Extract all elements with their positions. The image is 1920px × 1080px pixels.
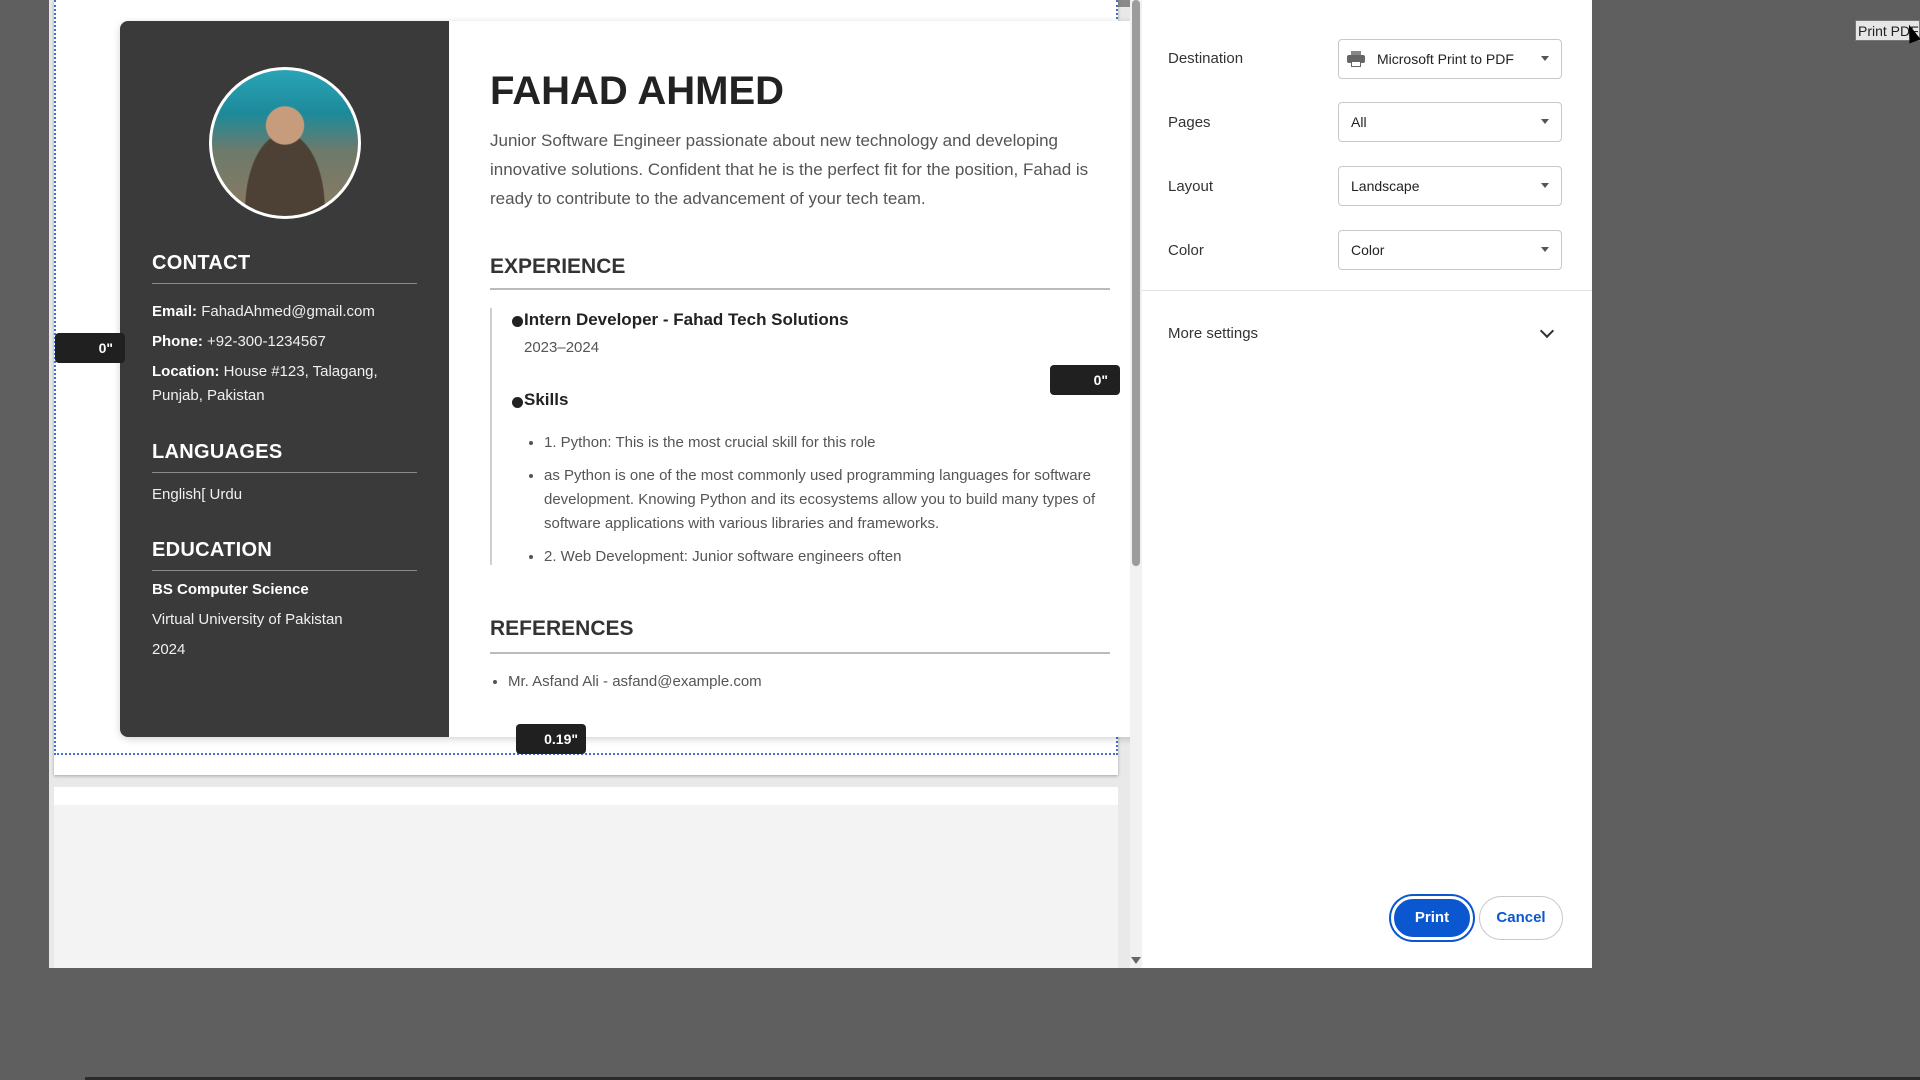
- caret-down-icon: [1541, 56, 1549, 61]
- resume-sidebar: CONTACT Email: FahadAhmed@gmail.com Phon…: [120, 21, 449, 737]
- settings-divider: [1142, 290, 1592, 291]
- contact-heading: CONTACT: [152, 252, 251, 274]
- destination-label: Destination: [1168, 50, 1244, 67]
- contact-phone: Phone: +92-300-1234567: [152, 330, 422, 354]
- destination-select[interactable]: Microsoft Print to PDF: [1338, 39, 1562, 79]
- destination-value: Microsoft Print to PDF: [1377, 51, 1514, 67]
- print-preview-area[interactable]: CONTACT Email: FahadAhmed@gmail.com Phon…: [49, 0, 1130, 968]
- printer-icon: [1347, 51, 1365, 67]
- section-divider: [152, 472, 417, 473]
- job-years: 2023–2024: [524, 339, 600, 356]
- bottom-margin-badge[interactable]: 0.19": [516, 724, 586, 754]
- timeline-dot: [512, 397, 523, 408]
- list-item: 2. Web Development: Junior software engi…: [544, 545, 1124, 569]
- section-divider: [152, 570, 417, 571]
- timeline-dot: [512, 316, 523, 327]
- resume-name: FAHAD AHMED: [490, 69, 785, 113]
- scroll-down-arrow-icon[interactable]: [1131, 957, 1141, 964]
- languages-value: English[ Urdu: [152, 486, 243, 503]
- section-divider: [152, 283, 417, 284]
- contact-email: Email: FahadAhmed@gmail.com: [152, 300, 422, 324]
- caret-down-icon: [1541, 183, 1549, 188]
- resume-card: CONTACT Email: FahadAhmed@gmail.com Phon…: [120, 21, 1130, 737]
- section-divider: [490, 288, 1110, 290]
- list-item: 1. Python: This is the most crucial skil…: [544, 431, 1124, 455]
- list-item: as Python is one of the most commonly us…: [544, 464, 1124, 536]
- languages-heading: LANGUAGES: [152, 441, 283, 463]
- layout-value: Landscape: [1351, 178, 1420, 194]
- pages-value: All: [1351, 114, 1367, 130]
- pages-select[interactable]: All: [1338, 102, 1562, 142]
- caret-down-icon: [1541, 247, 1549, 252]
- experience-heading: EXPERIENCE: [490, 255, 626, 278]
- contact-location: Location: House #123, Talagang, Punjab, …: [152, 360, 422, 408]
- job-title: Intern Developer - Fahad Tech Solutions: [524, 310, 849, 329]
- references-list: Mr. Asfand Ali - asfand@example.com: [490, 673, 762, 690]
- right-margin-badge[interactable]: 0": [1050, 365, 1120, 395]
- color-select[interactable]: Color: [1338, 230, 1562, 270]
- education-heading: EDUCATION: [152, 539, 273, 561]
- left-margin-badge[interactable]: 0": [55, 333, 125, 363]
- chevron-down-icon[interactable]: [1539, 323, 1555, 339]
- email-label: Email:: [152, 303, 198, 320]
- education-university: Virtual University of Pakistan: [152, 611, 343, 628]
- phone-label: Phone:: [152, 333, 203, 350]
- list-item: Mr. Asfand Ali - asfand@example.com: [508, 673, 762, 690]
- layout-select[interactable]: Landscape: [1338, 166, 1562, 206]
- preview-page-2: [54, 787, 1118, 968]
- more-settings-toggle[interactable]: More settings: [1168, 325, 1258, 342]
- education-year: 2024: [152, 641, 186, 658]
- profile-photo: [209, 67, 361, 219]
- print-settings-panel: Destination Microsoft Print to PDF Pages…: [1142, 0, 1592, 968]
- email-value: FahadAhmed@gmail.com: [201, 303, 375, 320]
- pages-label: Pages: [1168, 114, 1211, 131]
- layout-label: Layout: [1168, 178, 1214, 195]
- resume-summary: Junior Software Engineer passionate abou…: [490, 131, 1089, 208]
- location-label: Location:: [152, 363, 220, 380]
- experience-timeline: Intern Developer - Fahad Tech Solutions …: [490, 308, 1112, 565]
- education-degree: BS Computer Science: [152, 581, 309, 598]
- caret-down-icon: [1541, 119, 1549, 124]
- print-button[interactable]: Print: [1391, 896, 1473, 940]
- references-heading: REFERENCES: [490, 617, 634, 640]
- color-value: Color: [1351, 242, 1385, 258]
- scrollbar-thumb[interactable]: [1132, 0, 1140, 566]
- preview-scrollbar[interactable]: [1130, 0, 1142, 968]
- skills-title: Skills: [524, 390, 569, 409]
- cancel-button[interactable]: Cancel: [1479, 896, 1563, 940]
- phone-value: +92-300-1234567: [207, 333, 326, 350]
- section-divider: [490, 652, 1110, 654]
- skills-list: 1. Python: This is the most crucial skil…: [524, 431, 1124, 578]
- color-label: Color: [1168, 242, 1204, 259]
